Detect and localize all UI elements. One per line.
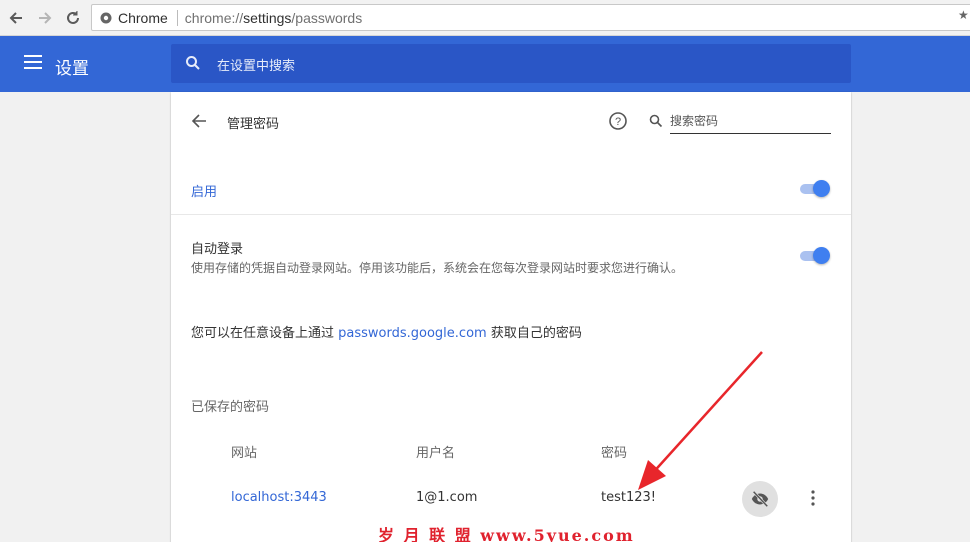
column-header-password: 密码 [601, 446, 628, 461]
column-header-username: 用户名 [416, 446, 456, 461]
row-site-link[interactable]: localhost:3443 [231, 490, 327, 505]
back-arrow-icon[interactable] [191, 113, 207, 129]
omnibox-divider [176, 9, 178, 26]
bookmark-star-icon[interactable]: ★ [958, 8, 970, 22]
settings-header: 设置 在设置中搜索 [0, 36, 970, 92]
forward-arrow-icon[interactable] [35, 8, 55, 28]
settings-search-placeholder: 在设置中搜索 [217, 59, 296, 74]
settings-search-input[interactable]: 在设置中搜索 [171, 44, 851, 83]
toggle-knob [813, 247, 830, 264]
annotation-arrow [638, 351, 763, 490]
autologin-description: 使用存储的凭据自动登录网站。停用该功能后，系统会在您每次登录网站时要求您进行确认… [191, 261, 684, 275]
chrome-page-icon [100, 12, 112, 23]
google-passwords-info: 您可以在任意设备上通过 passwords.google.com 获取自己的密码 [191, 326, 582, 341]
hamburger-menu-icon[interactable] [24, 55, 42, 69]
autologin-title: 自动登录 [191, 242, 244, 257]
settings-title: 设置 [55, 59, 89, 79]
url-text: chrome://settings/passwords [184, 9, 363, 26]
password-search-placeholder: 搜索密码 [670, 114, 719, 128]
divider [171, 214, 851, 215]
search-icon [186, 56, 200, 70]
row-username: 1@1.com [416, 490, 478, 505]
more-vert-icon[interactable] [806, 488, 820, 508]
google-passwords-link[interactable]: passwords.google.com [338, 326, 487, 341]
page-origin-label: Chrome [118, 9, 168, 26]
autologin-toggle[interactable] [800, 247, 830, 265]
password-search-input[interactable]: 搜索密码 [670, 110, 831, 134]
enable-toggle[interactable] [800, 180, 830, 198]
column-header-site: 网站 [231, 446, 258, 461]
browser-toolbar: Chrome chrome://settings/passwords ★ [0, 0, 970, 36]
back-arrow-icon[interactable] [6, 8, 26, 28]
search-icon [649, 114, 663, 128]
enable-label: 启用 [191, 185, 218, 200]
address-bar[interactable]: Chrome chrome://settings/passwords [91, 4, 970, 31]
svg-text:?: ? [615, 116, 621, 128]
reload-icon[interactable] [63, 8, 83, 28]
watermark: 岁 月 联 盟 www.5yue.com [378, 526, 635, 542]
page-title: 管理密码 [227, 117, 280, 132]
toggle-knob [813, 180, 830, 197]
help-icon[interactable]: ? [608, 111, 628, 131]
saved-passwords-heading: 已保存的密码 [191, 400, 270, 415]
